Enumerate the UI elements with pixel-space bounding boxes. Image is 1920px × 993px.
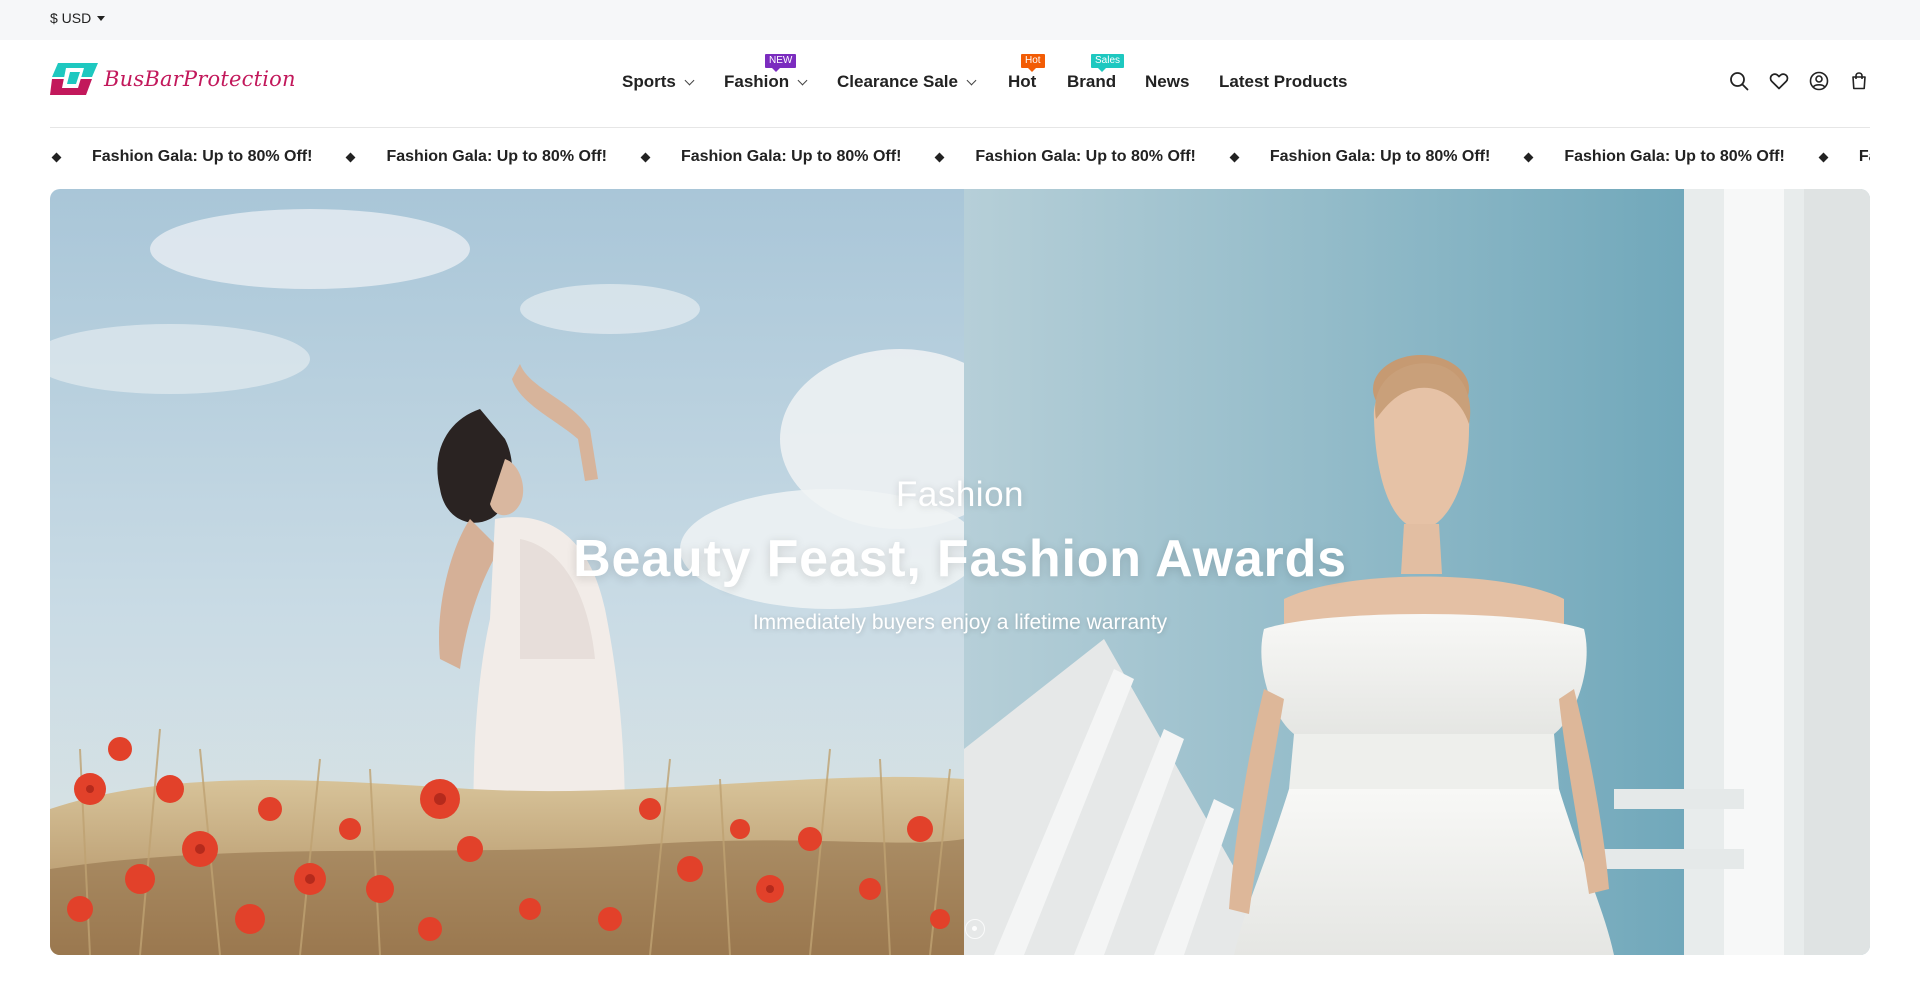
hero-image-poppy-field [50,189,1020,955]
diamond-icon [1523,152,1534,162]
user-icon[interactable] [1808,70,1830,92]
nav-item-latest-products[interactable]: Latest Products [1219,72,1347,92]
nav-label: Brand [1067,72,1117,91]
heart-icon[interactable] [1768,70,1790,92]
nav-label: Sports [622,72,676,91]
marquee-track: Fashion Gala: Up to 80% Off! Fashion Gal… [50,148,1870,166]
marquee-item: Fashion Gala: Up to 80% Off! [639,148,933,166]
diamond-icon [51,152,62,162]
new-badge: NEW [765,54,797,72]
site-header: BusBarProtection Sports NEW Fashion Clea… [0,40,1920,128]
cart-icon[interactable] [1848,70,1870,92]
diamond-icon [640,152,651,162]
logo-mark-icon [50,63,98,95]
diamond-icon [1818,152,1829,162]
site-logo[interactable]: BusBarProtection [50,63,296,95]
diamond-icon [934,152,945,162]
nav-item-clearance-sale[interactable]: Clearance Sale [837,72,977,92]
nav-label: Fashion [724,72,790,91]
nav-item-hot[interactable]: Hot Hot [1008,54,1045,92]
hero-image-white-dress [964,189,1870,955]
chevron-down-icon [966,75,977,85]
hero-banner[interactable]: Fashion Beauty Feast, Fashion Awards Imm… [50,189,1870,955]
top-bar: $ USD [0,0,1920,40]
currency-label: $ USD [50,10,92,26]
nav-item-sports[interactable]: Sports [622,72,695,92]
marquee-item: Fashion Gala: Up to 80% Off! [50,148,344,166]
nav-label: Clearance Sale [837,72,958,91]
slider-dot[interactable] [965,919,985,939]
header-icons [1728,70,1870,92]
nav-item-fashion[interactable]: NEW Fashion [724,54,808,92]
nav-label: News [1145,72,1190,91]
chevron-down-icon [797,75,808,85]
marquee-item: Fashion Gala: Up to 80% Off! [933,148,1227,166]
nav-item-brand[interactable]: Sales Brand [1067,54,1125,92]
logo-text: BusBarProtection [104,67,296,91]
diamond-icon [346,152,356,162]
nav-label: Hot [1008,72,1037,91]
nav-item-news[interactable]: News [1145,72,1189,92]
search-icon[interactable] [1728,70,1750,92]
hot-badge: Hot [1021,54,1045,72]
marquee-item: Fashion Gala: Up to 80% Off! [344,148,638,166]
currency-selector[interactable]: $ USD [50,10,106,26]
chevron-down-icon [684,75,695,85]
sales-badge: Sales [1091,54,1125,72]
promo-marquee: Fashion Gala: Up to 80% Off! Fashion Gal… [50,128,1870,188]
marquee-item: Fashion Gala: Up to 80% Off! [1522,148,1816,166]
caret-down-icon [97,16,106,21]
marquee-item: Fashion Gala: Up to 80% Off! [1228,148,1522,166]
diamond-icon [1229,152,1240,162]
nav-label: Latest Products [1219,72,1348,91]
marquee-item: Fashion Gala: Up to 80% Off! [1817,148,1870,166]
